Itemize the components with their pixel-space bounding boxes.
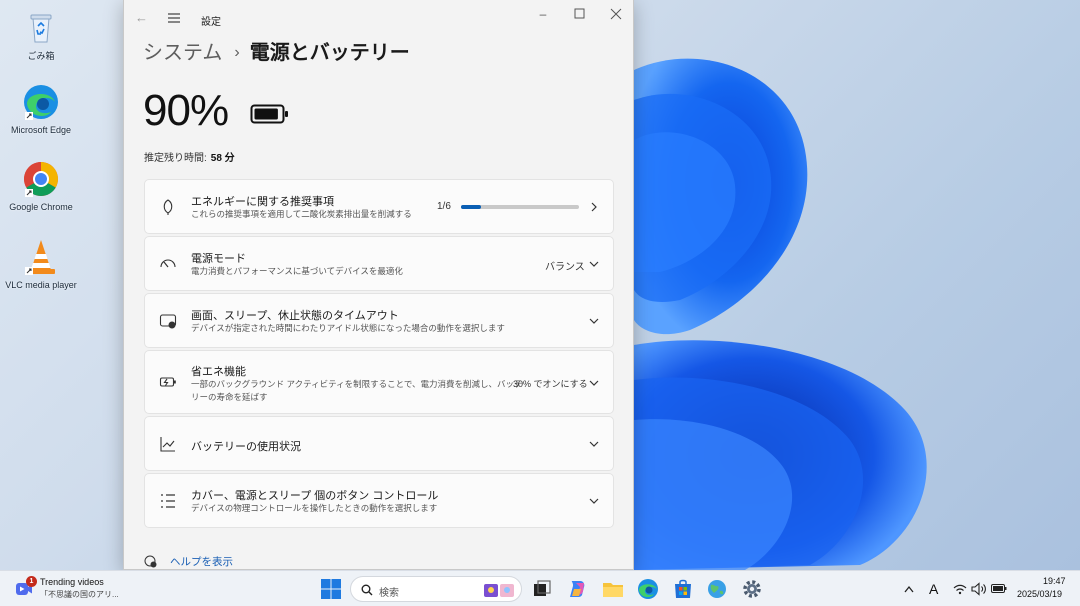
clock-time[interactable]: 19:47 — [1043, 576, 1066, 586]
remaining-time-value: 58 分 — [210, 153, 235, 164]
desktop-icon-label: VLC media player — [5, 280, 77, 290]
file-explorer-icon[interactable] — [601, 577, 625, 601]
recommendation-count: 1/6 — [437, 201, 451, 212]
card-title: 電源モード — [191, 253, 246, 265]
card-lid-power-buttons[interactable]: カバー、電源とスリープ 個のボタン コントロール デバイスの物理コントロールを操… — [144, 473, 614, 528]
card-description: デバイスの物理コントロールを操作したときの動作を選択します — [191, 503, 438, 513]
card-energy-saver[interactable]: 省エネ機能 一部のバックグラウンド アクティビティを制限することで、電力消費を削… — [144, 350, 614, 414]
card-description: これらの推奨事項を適用して二酸化炭素排出量を削減する — [191, 209, 412, 219]
maximize-button[interactable] — [574, 8, 586, 20]
card-title: カバー、電源とスリープ 個のボタン コントロール — [191, 490, 439, 502]
page-title: 電源とバッテリー — [249, 42, 410, 64]
search-highlight-icon — [484, 584, 514, 597]
search-placeholder: 検索 — [379, 588, 399, 599]
title-bar: ← 設定 – — [124, 0, 633, 38]
desktop-icon-vlc[interactable]: VLC media player — [4, 237, 78, 291]
desktop-icon-edge[interactable]: Microsoft Edge — [4, 82, 78, 136]
ime-indicator[interactable]: A — [929, 581, 938, 597]
widget-subtitle: 「不思議の国のアリ... — [40, 590, 119, 599]
desktop-icon-label: Google Chrome — [9, 202, 73, 212]
breadcrumb-parent[interactable]: システム — [143, 42, 222, 64]
edge-icon — [24, 85, 58, 120]
breadcrumb-separator: › — [234, 44, 240, 61]
card-title: エネルギーに関する推奨事項 — [191, 196, 334, 208]
card-energy-recommendations[interactable]: エネルギーに関する推奨事項 これらの推奨事項を適用して二酸化炭素排出量を削減する… — [144, 179, 614, 234]
tray-battery-icon[interactable] — [991, 584, 1007, 593]
search-icon — [361, 584, 373, 596]
vlc-icon — [25, 240, 55, 275]
power-mode-icon — [160, 259, 176, 268]
widget-title: Trending videos — [40, 577, 104, 587]
chevron-down-icon — [589, 380, 599, 386]
settings-gear-icon[interactable] — [740, 577, 764, 601]
remaining-time-label: 推定残り時間: — [144, 153, 207, 164]
card-title: 画面、スリープ、休止状態のタイムアウト — [191, 310, 399, 322]
chevron-down-icon — [589, 318, 599, 324]
chrome-icon — [24, 162, 58, 197]
progress-fill — [461, 205, 481, 209]
notification-badge: 1 — [26, 576, 37, 587]
card-description: 電力消費とパフォーマンスに基づいてデバイスを最適化 — [191, 266, 403, 276]
list-icon — [161, 494, 175, 508]
copilot-icon[interactable] — [566, 577, 590, 601]
card-description-line-1: 一部のバックグラウンド アクティビティを制限することで、電力消費を削減し、バッテ — [191, 379, 523, 389]
recommendation-progress-bar — [461, 205, 579, 209]
battery-percentage: 90% — [143, 86, 229, 135]
close-button[interactable] — [610, 8, 622, 20]
recycle-bin-icon — [30, 14, 52, 43]
card-title: バッテリーの使用状況 — [191, 441, 301, 453]
task-view-icon[interactable] — [530, 577, 554, 601]
store-icon[interactable] — [671, 577, 695, 601]
chevron-up-icon[interactable] — [904, 585, 914, 593]
battery-level-fill — [254, 108, 278, 120]
chevron-down-icon — [589, 441, 599, 447]
taskbar-search[interactable]: 検索 — [350, 576, 522, 602]
leaf-icon — [163, 199, 173, 215]
card-title: 省エネ機能 — [191, 366, 246, 378]
globe-app-icon[interactable] — [705, 577, 729, 601]
card-screen-sleep-timeout[interactable]: 画面、スリープ、休止状態のタイムアウト デバイスが指定された時間にわたりアイドル… — [144, 293, 614, 348]
desktop-icon-recycle-bin[interactable]: ごみ箱 — [4, 8, 78, 62]
minimize-button[interactable]: – — [529, 6, 557, 24]
card-description: デバイスが指定された時間にわたりアイドル状態になった場合の動作を選択します — [191, 323, 505, 333]
edge-icon[interactable] — [636, 577, 660, 601]
chevron-down-icon — [589, 498, 599, 504]
help-link-label: ヘルプを表示 — [170, 556, 233, 568]
energy-saver-threshold-select[interactable]: 30% でオンにする — [513, 377, 588, 390]
desktop-icon-label: Microsoft Edge — [10, 125, 72, 135]
chevron-right-icon — [591, 202, 597, 212]
battery-icon — [250, 104, 288, 124]
start-button[interactable] — [319, 577, 343, 601]
desktop-icon-label: ごみ箱 — [27, 51, 55, 61]
settings-window: ← 設定 – システム › 電源とバッテリー 90% 推定残り時間: 58 分 エネル… — [123, 0, 634, 570]
volume-icon[interactable] — [971, 582, 987, 596]
screen-sleep-icon — [159, 314, 177, 329]
breadcrumb: システム › 電源とバッテリー — [143, 36, 410, 66]
card-power-mode[interactable]: 電源モード 電力消費とパフォーマンスに基づいてデバイスを最適化 バランス — [144, 236, 614, 291]
desktop-icon-chrome[interactable]: Google Chrome — [4, 159, 78, 213]
taskbar: 1 Trending videos 「不思議の国のアリ... 検索 A 19:4… — [0, 570, 1080, 606]
clock-date[interactable]: 2025/03/19 — [1017, 589, 1062, 599]
back-arrow-icon[interactable]: ← — [135, 10, 151, 26]
help-icon — [144, 555, 157, 568]
remaining-time: 推定残り時間: 58 分 — [144, 149, 235, 164]
power-mode-select[interactable]: バランス — [545, 258, 585, 273]
card-description-line-2: リーの寿命を延ばす — [191, 392, 268, 402]
widgets-button[interactable]: 1 Trending videos 「不思議の国のアリ... — [15, 575, 165, 603]
card-battery-usage[interactable]: バッテリーの使用状況 — [144, 416, 614, 471]
window-title: 設定 — [201, 17, 221, 28]
energy-saver-icon — [159, 377, 176, 387]
hamburger-menu-icon[interactable] — [167, 11, 181, 25]
chart-icon — [160, 437, 175, 452]
chevron-down-icon — [589, 261, 599, 267]
wifi-icon[interactable] — [953, 583, 967, 595]
